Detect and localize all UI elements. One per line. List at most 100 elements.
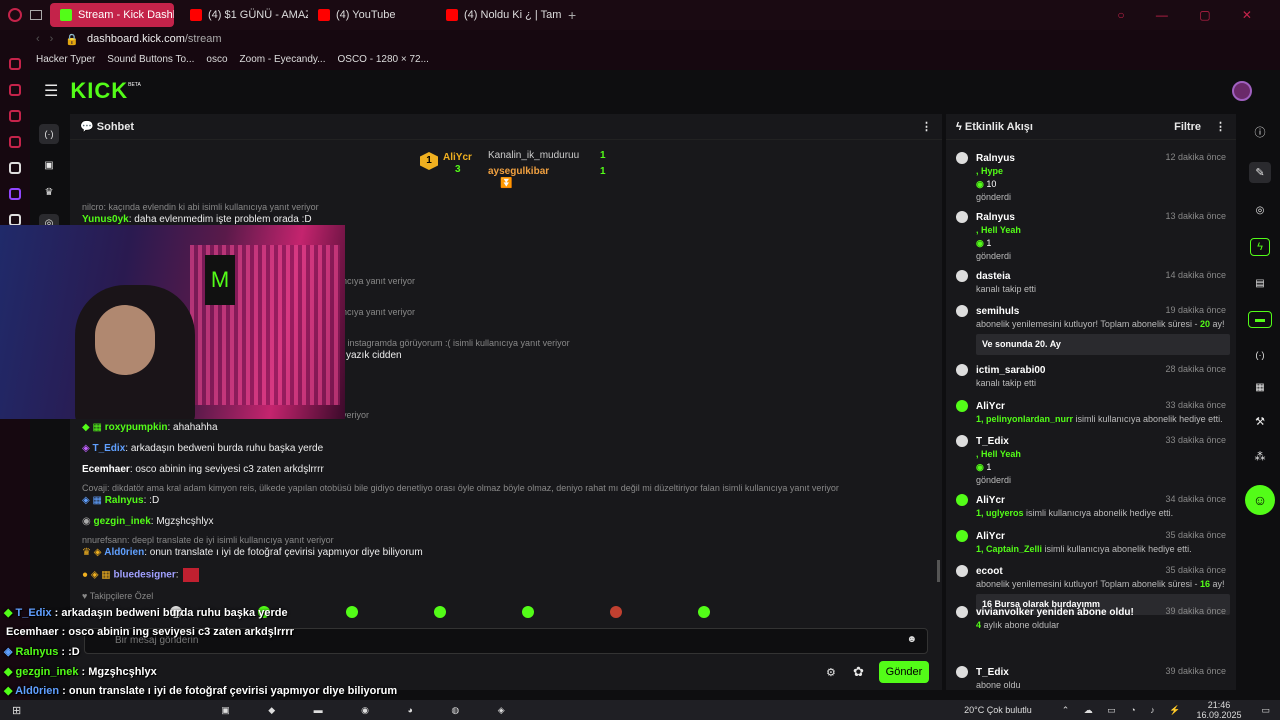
new-tab-icon[interactable]: + (568, 7, 576, 23)
event-time: 12 dakika önce (1165, 152, 1226, 162)
event-detail: 4 aylık abone oldular (976, 620, 1060, 630)
chat-message: Ecemhaer: osco abinin ing seviyesi c3 za… (82, 464, 324, 475)
twitch-icon[interactable] (9, 188, 21, 200)
bookmark-osco[interactable]: osco (206, 54, 227, 65)
tray-icons[interactable]: ⌃ ☁ ▭ ◔ ♪ ⚡ (1062, 705, 1187, 716)
info-icon[interactable]: ⓘ (1255, 124, 1266, 140)
emote-icon[interactable] (434, 606, 446, 618)
scrollbar[interactable] (937, 560, 940, 582)
app-icon[interactable]: ▣ ◆ ▬ ◉ ◕ ◍ ◈ (221, 705, 523, 716)
stream-icon[interactable]: (·) (39, 124, 59, 144)
badge-icon: ● ◈ ▦ (82, 569, 114, 581)
followers-only-label: ♥ Takipçilere Özel (82, 591, 154, 601)
emote-icon[interactable] (522, 606, 534, 618)
chevron-down-icon[interactable]: ⏬ (500, 178, 512, 189)
reply-line: Covaji: dikdatör ama kral adam kimyon re… (82, 483, 839, 493)
activity-event: 13 dakika önce Ralnyus, Hell Yeah ◉ 1 gönde… (954, 211, 1230, 263)
emote-icon[interactable] (610, 606, 622, 618)
forward-icon[interactable]: › (50, 33, 54, 45)
tab-noldu[interactable]: (4) Noldu Ki ¿ | Tam Çere (436, 3, 564, 27)
event-type-icon (956, 400, 968, 412)
badge-icon: ◆ ▦ (82, 422, 105, 433)
address-bar[interactable]: ‹ › 🔒 dashboard.kick.com/stream (0, 30, 1280, 48)
dashboard-icon[interactable]: ▣ (44, 160, 53, 171)
trophy-icon[interactable]: ♛ (45, 187, 54, 198)
bookmark-hacker-typer[interactable]: Hacker Typer (36, 54, 95, 65)
activity-event: 33 dakika önce AliYcr 1, pelinyonlardan_nu… (954, 400, 1230, 426)
activity-event: 28 dakika önce ictim_sarabi00 kanalı takip… (954, 364, 1230, 390)
event-type-icon (956, 435, 968, 447)
document-icon[interactable]: ▤ (1255, 278, 1264, 289)
event-action: gönderdi (976, 192, 1012, 202)
settings-gear-icon[interactable]: ⚙ (826, 666, 836, 679)
camera-icon[interactable]: ◎ (1256, 205, 1265, 216)
event-time: 33 dakika önce (1165, 435, 1226, 445)
event-time: 39 dakika önce (1165, 606, 1226, 616)
more-options-icon[interactable]: ⋮ (1215, 121, 1226, 133)
opera-icon[interactable] (8, 8, 22, 22)
window-controls[interactable]: ○ ― ▢ ✕ (1117, 8, 1266, 22)
youtube-favicon-icon (190, 9, 202, 21)
broadcast-icon[interactable]: (·) (1256, 350, 1265, 360)
filter-button[interactable]: Filtre (1174, 121, 1201, 133)
leader-second-name[interactable]: Kanalin_ik_muduruu (488, 150, 579, 161)
event-type-icon (956, 606, 968, 618)
back-icon[interactable]: ‹ (36, 33, 40, 45)
chat-message: yazık cidden (346, 350, 402, 361)
weather-widget[interactable]: 20°C Çok bulutlu (964, 705, 1032, 715)
event-detail: 1, pelinyonlardan_nurr isimli kullanıcıy… (976, 414, 1223, 424)
sidebar-app-icon[interactable] (9, 58, 21, 70)
layout-icon[interactable]: ▦ (1255, 382, 1264, 393)
support-chat-icon[interactable]: ☺ (1245, 485, 1275, 515)
tab-amazon[interactable]: (4) $1 GÜNÜ - AMAZON (180, 3, 308, 27)
notification-icon[interactable]: ▭ (1261, 705, 1270, 716)
emote-icon[interactable] (346, 606, 358, 618)
share-icon[interactable]: ⁂ (1255, 450, 1266, 463)
emoji-icon[interactable]: ☻ (906, 634, 917, 645)
beta-badge: BETA (128, 82, 141, 88)
event-type-icon (956, 305, 968, 317)
chat-message: ● ◈ ▦ bluedesigner: (82, 568, 199, 582)
menu-icon[interactable]: ☰ (44, 81, 58, 101)
sidebar-app-icon[interactable] (9, 110, 21, 122)
bookmark-sound-buttons[interactable]: Sound Buttons To... (107, 54, 194, 65)
sidebar-app-icon[interactable] (9, 136, 21, 148)
leader-first-name[interactable]: AliYcr (443, 152, 472, 163)
more-options-icon[interactable]: ⋮ (921, 120, 932, 133)
event-type-icon (956, 494, 968, 506)
event-message: Ve sonunda 20. Ay (976, 334, 1230, 355)
leader-third-name[interactable]: aysegulkibar (488, 166, 549, 177)
emote-icon[interactable] (698, 606, 710, 618)
event-time: 35 dakika önce (1165, 530, 1226, 540)
stream-chat-overlay-line: ◆ Ald0rien : onun translate ı iyi de fot… (4, 685, 398, 697)
badge-icon: ♛ ◈ (82, 547, 105, 558)
bookmark-osco-1280[interactable]: OSCO - 1280 × 72... (338, 54, 429, 65)
stream-chat-overlay-line: Ecemhaer : osco abinin ing seviyesi c3 z… (6, 626, 294, 638)
chat-message: ♛ ◈ Ald0rien: onun translate ı iyi de fo… (82, 547, 423, 558)
start-icon[interactable]: ⊞ (12, 704, 21, 717)
clock[interactable]: 21:46 16.09.2025 (1196, 700, 1241, 720)
tab-kick-dashboard[interactable]: Stream - Kick Dashboard (50, 3, 174, 27)
wrench-icon[interactable]: ⚒ (1255, 415, 1265, 428)
reply-line: veriyor (342, 410, 370, 420)
monster-can-logo: M (205, 255, 235, 305)
tab-youtube[interactable]: (4) YouTube (308, 3, 436, 27)
webcam-overlay: M (0, 225, 345, 419)
lightning-icon: ϟ (956, 120, 965, 133)
sidebar-app-icon[interactable] (9, 162, 21, 174)
edit-icon[interactable]: ✎ (1249, 162, 1271, 183)
avatar[interactable] (1232, 81, 1252, 101)
emote-picker-icon[interactable]: ✿ (853, 664, 864, 680)
kick-logo[interactable]: KICK (70, 78, 128, 104)
activity-header: ϟ Etkinlik Akışı Filtre ⋮ (946, 114, 1236, 140)
send-button[interactable]: Gönder (879, 661, 929, 683)
sidebar-app-icon[interactable] (9, 84, 21, 96)
bookmark-zoom[interactable]: Zoom - Eyecandy... (240, 54, 326, 65)
lightning-icon[interactable]: ϟ (1250, 238, 1270, 256)
event-detail: 1, Captain_Zelli isimli kullanıcıya abon… (976, 544, 1192, 554)
tab-manager-icon[interactable] (30, 10, 42, 20)
activity-feed-panel: ϟ Etkinlik Akışı Filtre ⋮ 12 dakika önce R… (946, 114, 1236, 690)
chat-icon[interactable]: ▬ (1248, 311, 1272, 328)
chat-message: Yunus0yk: daha evlenmedim işte problem o… (82, 214, 312, 225)
kick-coin-icon: ◉ (976, 179, 987, 189)
